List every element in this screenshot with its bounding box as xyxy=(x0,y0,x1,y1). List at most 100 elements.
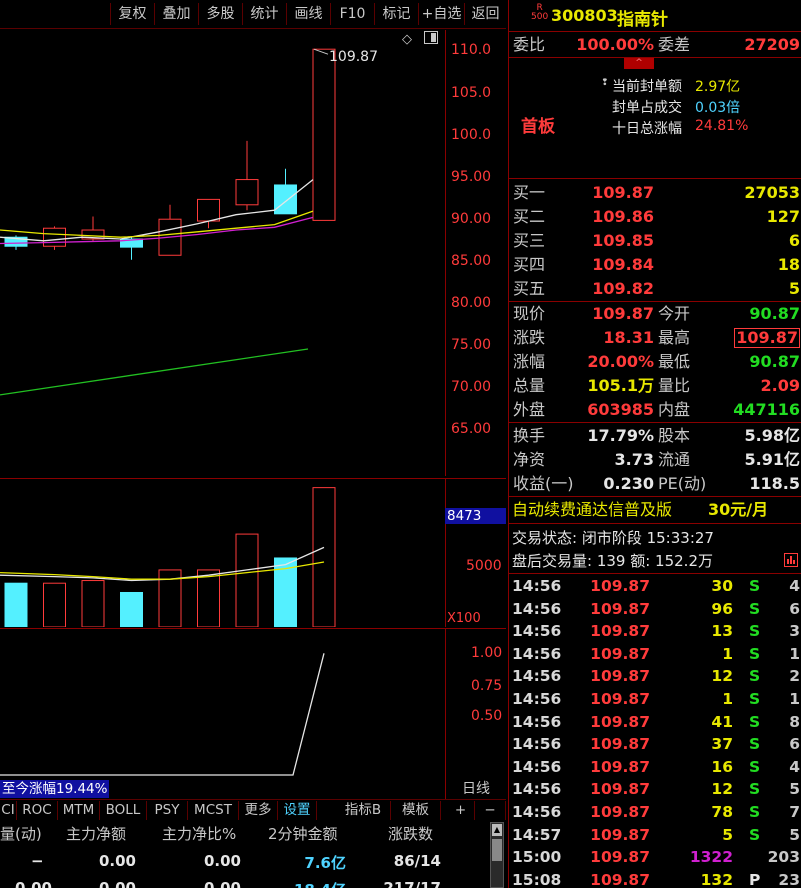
promo-price[interactable]: 30元/月 xyxy=(708,498,768,521)
tick-row: 14:56 109.87 12 S 2 xyxy=(509,665,801,688)
tick-count: 4 xyxy=(789,757,800,776)
mark-button[interactable]: 标记 xyxy=(374,3,418,25)
volume-pane[interactable]: 8473 5000 X100 xyxy=(0,478,506,627)
bid-volume: 6 xyxy=(788,231,800,250)
tick-row: 14:57 109.87 5 S 5 xyxy=(509,824,801,847)
indicator-chart xyxy=(0,653,325,776)
fund-row: 收益(一) 0.230 PE(动) 118.5 xyxy=(509,472,801,495)
tick-trade-list[interactable]: 14:56 109.87 30 S 4 14:56 109.87 96 S 6 14:56 109… xyxy=(509,575,801,888)
tick-row: 14:56 109.87 12 S 5 xyxy=(509,778,801,801)
chevron-up-icon[interactable]: ^ xyxy=(624,58,654,69)
zoom-in-button[interactable]: + xyxy=(447,801,475,820)
volume-ratio: 2.09 xyxy=(760,376,800,395)
stat-row: 外盘 603985 内盘 447116 xyxy=(509,398,801,421)
tick-count: 6 xyxy=(789,735,800,754)
tab-settings[interactable]: 设置 xyxy=(278,801,317,820)
promo-row[interactable]: 自动续费通达信普及版 30元/月 xyxy=(509,498,801,521)
tab-ci[interactable]: CI xyxy=(0,801,17,820)
multi-stock-button[interactable]: 多股 xyxy=(198,3,242,25)
fund-flow-table: 量(动) 主力净额 主力净比% 2分钟金额 涨跌数 − 0.00 0.00 7.… xyxy=(0,820,506,888)
tick-count: 6 xyxy=(789,599,800,618)
price-tick: 80.00 xyxy=(451,295,492,311)
promo-text[interactable]: 自动续费通达信普及版 xyxy=(512,498,672,521)
gain-since-label: 至今涨幅19.44% xyxy=(0,780,110,798)
open-price: 90.87 xyxy=(749,304,800,323)
price-tick: 95.00 xyxy=(451,169,492,185)
stat-row: 现价 109.87 今开 90.87 xyxy=(509,302,801,325)
volume-bar xyxy=(4,582,28,627)
tab-roc[interactable]: ROC xyxy=(17,801,58,820)
fuquan-button[interactable]: 复权 xyxy=(110,3,154,25)
draw-line-button[interactable]: 画线 xyxy=(286,3,330,25)
seal-amount-label: 当前封单额 xyxy=(612,79,682,95)
overlay-button[interactable]: 叠加 xyxy=(154,3,198,25)
trade-state: 交易状态: 闭市阶段 15:33:27 xyxy=(512,529,714,547)
info-icon[interactable]: ❢ xyxy=(601,78,609,88)
float-shares: 5.91亿 xyxy=(744,450,800,469)
status-strip: 至今涨幅19.44% 日线 xyxy=(0,778,506,800)
bid-volume: 18 xyxy=(777,255,800,274)
add-watchlist-button[interactable]: +自选 xyxy=(418,3,464,25)
collapse-button[interactable]: ^ xyxy=(624,58,654,69)
back-button[interactable]: 返回 xyxy=(464,3,506,25)
fund-row: 换手 17.79% 股本 5.98亿 xyxy=(509,424,801,447)
tick-count: 5 xyxy=(789,825,800,844)
bid-row-1[interactable]: 买一 109.87 27053 xyxy=(509,181,801,204)
tick-row: 14:56 109.87 1 S 1 xyxy=(509,643,801,666)
table-cell: 86/14 xyxy=(393,852,441,870)
scrollbar-thumb[interactable] xyxy=(492,839,502,861)
board-tag: 首板 xyxy=(521,117,555,137)
bid-row-5[interactable]: 买五 109.82 5 xyxy=(509,277,801,300)
chart-bars-icon[interactable] xyxy=(784,553,798,567)
weibi-row: 委比 100.00% 委差 27209 xyxy=(509,33,801,56)
volume-bar xyxy=(197,569,220,627)
stat-label: 最高 xyxy=(658,328,691,347)
tab-mtm[interactable]: MTM xyxy=(58,801,100,820)
tab-mcst[interactable]: MCST xyxy=(188,801,239,820)
divider xyxy=(509,496,801,497)
price-tick: 100.0 xyxy=(451,127,492,143)
f10-button[interactable]: F10 xyxy=(330,3,374,25)
inner-volume: 447116 xyxy=(733,400,800,419)
r-badge: R 500 xyxy=(531,4,548,22)
price-tick: 110.0 xyxy=(451,42,492,58)
bid-row-3[interactable]: 买三 109.85 6 xyxy=(509,229,801,252)
tab-template[interactable]: 模板 xyxy=(391,801,441,820)
tab-psy[interactable]: PSY xyxy=(147,801,188,820)
tick-count: 3 xyxy=(789,622,800,641)
tab-boll[interactable]: BOLL xyxy=(100,801,147,820)
tick-count: 1 xyxy=(789,690,800,708)
tick-count: 203 xyxy=(767,848,800,867)
volume-bar xyxy=(312,487,336,627)
volume-current-label: 8473 xyxy=(445,508,506,524)
price-tick: 70.00 xyxy=(451,379,492,395)
indicator-axis-line xyxy=(445,629,446,779)
divider xyxy=(509,178,801,179)
indicator-pane[interactable]: 1.00 0.75 0.50 xyxy=(0,628,506,779)
statistics-button[interactable]: 统计 xyxy=(242,3,286,25)
stock-name: 指南针 xyxy=(617,10,668,30)
stat-row: 涨幅 20.00% 最低 90.87 xyxy=(509,350,801,373)
bid-row-4[interactable]: 买四 109.84 18 xyxy=(509,253,801,276)
tick-row: 14:56 109.87 37 S 6 xyxy=(509,733,801,756)
tick-row: 14:56 109.87 78 S 7 xyxy=(509,801,801,824)
candle xyxy=(274,184,297,215)
stock-code: 300803 xyxy=(551,6,618,25)
tick-row: 14:56 109.87 41 S 8 xyxy=(509,711,801,734)
seal-amount-value: 2.97亿 xyxy=(695,79,741,95)
kline-price-pane[interactable]: ◇ 110.0 105.0 100.0 95.00 90.00 85.00 80… xyxy=(0,30,506,476)
bid-volume: 27053 xyxy=(744,183,800,202)
pe-dynamic: 118.5 xyxy=(749,474,800,493)
table-cell: 217/17 xyxy=(383,879,441,888)
tick-row: 14:56 109.87 16 S 4 xyxy=(509,756,801,779)
scroll-up-icon[interactable]: ▲ xyxy=(492,824,502,836)
tick-count: 2 xyxy=(789,667,800,686)
zoom-out-button[interactable]: − xyxy=(475,801,506,820)
tab-more[interactable]: 更多 xyxy=(239,801,278,820)
table-scrollbar[interactable]: ▲ xyxy=(490,822,504,888)
bid-row-2[interactable]: 买二 109.86 127 xyxy=(509,205,801,228)
ten-day-label: 十日总涨幅 xyxy=(612,121,682,137)
period-daily-button[interactable]: 日线 xyxy=(445,778,506,800)
column-header: 量(动) xyxy=(0,825,42,843)
tab-indicator-b[interactable]: 指标B xyxy=(336,801,391,820)
